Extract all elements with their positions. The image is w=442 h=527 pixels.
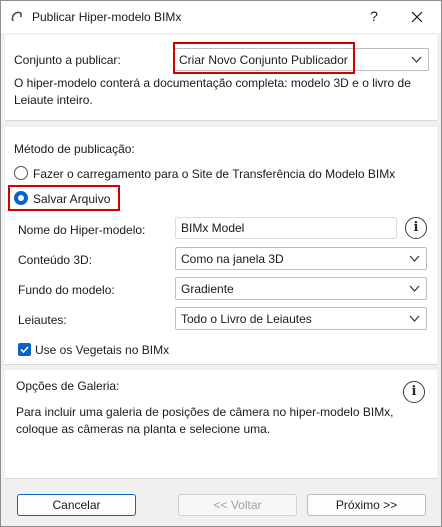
save-file-option-label[interactable]: Salvar Arquivo: [33, 192, 110, 206]
model-background-label: Fundo do modelo:: [18, 283, 115, 297]
gallery-options-label: Opções de Galeria:: [16, 379, 120, 393]
close-icon[interactable]: [405, 7, 429, 27]
publish-dialog: Publicar Hiper-modelo BIMx ? Conjunto a …: [0, 0, 442, 527]
content-3d-label: Conteúdo 3D:: [18, 253, 93, 267]
publish-method-label: Método de publicação:: [14, 142, 135, 156]
publish-set-label: Conjunto a publicar:: [14, 53, 121, 67]
layouts-value: Todo o Livro de Leiautes: [181, 312, 312, 326]
chevron-down-icon: [409, 255, 420, 262]
title-bar: Publicar Hiper-modelo BIMx ?: [1, 1, 441, 33]
vegetation-checkbox[interactable]: [18, 343, 31, 356]
dialog-footer: Cancelar << Voltar Próximo >>: [5, 481, 437, 525]
vegetation-label[interactable]: Use os Vegetais no BIMx: [35, 343, 169, 357]
publish-method-section: Método de publicação: Fazer o carregamen…: [5, 127, 437, 365]
layouts-dropdown[interactable]: Todo o Livro de Leiautes: [175, 307, 427, 330]
help-button[interactable]: ?: [366, 7, 382, 25]
gallery-section: Opções de Galeria: i Para incluir uma ga…: [5, 370, 437, 479]
highlight-box-publish-set: [173, 42, 355, 74]
publish-set-section: Conjunto a publicar: Criar Novo Conjunto…: [5, 35, 437, 121]
model-name-field[interactable]: [175, 217, 397, 239]
bimx-app-icon: [11, 11, 22, 22]
upload-option-label[interactable]: Fazer o carregamento para o Site de Tran…: [33, 167, 395, 181]
save-file-radio[interactable]: [14, 191, 28, 205]
upload-radio[interactable]: [14, 166, 28, 180]
model-background-dropdown[interactable]: Gradiente: [175, 277, 427, 300]
cancel-button[interactable]: Cancelar: [17, 494, 136, 516]
layouts-label: Leiautes:: [18, 313, 67, 327]
content-3d-dropdown[interactable]: Como na janela 3D: [175, 247, 427, 270]
checkmark-icon: [20, 346, 29, 354]
model-name-input[interactable]: [176, 218, 396, 238]
publish-set-description: O hiper-modelo conterá a documentação co…: [14, 76, 411, 107]
info-icon[interactable]: i: [405, 217, 427, 239]
chevron-down-icon: [409, 285, 420, 292]
info-icon[interactable]: i: [403, 381, 425, 403]
model-background-value: Gradiente: [181, 282, 234, 296]
gallery-description: Para incluir uma galeria de posições de …: [16, 405, 394, 436]
chevron-down-icon: [411, 56, 422, 63]
back-button[interactable]: << Voltar: [178, 494, 297, 516]
window-title: Publicar Hiper-modelo BIMx: [32, 10, 182, 24]
chevron-down-icon: [409, 315, 420, 322]
content-3d-value: Como na janela 3D: [181, 252, 284, 266]
model-name-label: Nome do Hiper-modelo:: [18, 223, 146, 237]
next-button[interactable]: Próximo >>: [307, 494, 426, 516]
